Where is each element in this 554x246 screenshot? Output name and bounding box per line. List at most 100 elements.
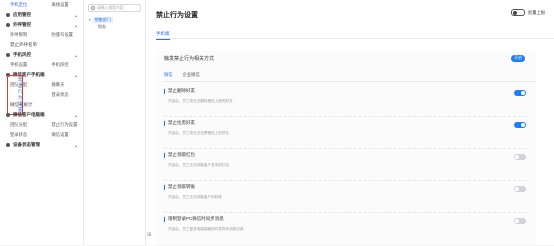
nav-item-row: 手机定位 离线设置 [0,0,83,10]
rule-divider [164,148,526,149]
rule-marker [164,184,165,190]
nav-group-label: 微信客户电脑端 [13,112,45,117]
rule-title: 禁止领取红包 [168,152,195,157]
search-icon [91,6,95,10]
nav-group-label: 外呼管控 [13,22,31,27]
subtabs: 微信 企业微信 [156,72,536,78]
nav-group[interactable]: 外呼管控 ▴ [0,20,83,30]
rule-switch[interactable] [514,186,526,192]
nav-item[interactable]: 禁止行为设置 [42,122,84,128]
nav-group[interactable]: 手机风控 ▴ [0,50,83,60]
nav-item[interactable]: 微信设置 [42,132,84,138]
nav-item[interactable]: 手机定位 [0,2,42,8]
card-header: 触发禁止行为相关方式 [156,50,536,66]
chevron-up-icon[interactable]: ▴ [75,13,77,18]
caret-down-icon[interactable]: ▾ [89,18,91,22]
tab-divider [156,38,554,39]
batch-toggle-label: 批量上报 [528,9,546,15]
rule-title-row: 禁止领取红包 [164,152,526,158]
chevron-up-icon[interactable]: ▴ [75,53,77,58]
rule-marker [164,88,165,94]
nav-item[interactable]: 团队分配 [0,122,42,128]
tree-node-child[interactable]: 财务 [84,23,145,30]
nav-item[interactable]: 手机风控 [42,62,84,68]
card-title: 触发禁止行为相关方式 [164,55,215,62]
enable-pill[interactable]: 开启 [511,55,525,62]
chevron-up-icon[interactable]: ▴ [75,113,77,118]
subtab-wechat[interactable]: 微信 [164,72,173,78]
rule-switch[interactable] [514,122,526,128]
rule-marker [164,120,165,126]
page-title: 禁止行为设置 [156,12,198,19]
group-icon [6,113,10,117]
rule-row: 限制登录PC微信时同步消息开启后，员工登录电脑端微信时将同步消息记录 [164,216,526,246]
rule-description: 开启后，员工无法领取客户的转账 [168,195,222,199]
nav-item[interactable]: 防骚号设置 [42,32,84,38]
rule-switch[interactable] [514,90,526,96]
rule-divider [164,212,526,213]
nav-group-label: 手机风控 [13,52,31,57]
nav-group-label: 设备状态管理 [13,142,40,147]
rule-row: 禁止拉黑好友开启后，员工将无法拉黑微信上的好友 [164,120,526,150]
rule-marker [164,216,165,222]
rule-description: 开启后，员工无法领取客户发来的红包 [168,163,230,167]
chevron-up-icon[interactable]: ▴ [75,23,77,28]
nav-item-row: 团队分配 禁止行为设置 [0,120,83,130]
nav-item[interactable]: 登录状态 [0,132,42,138]
app: 手机定位 离线设置 应用管控 ▴ 外呼管控 ▴ 外呼限制 防骚号设置 禁止外呼名单 手机风控 ▴ 手机… [0,0,554,245]
rule-description: 开启后，员工将无法拉黑微信上的好友 [168,131,230,135]
rule-title-row: 禁止领取转账 [164,184,526,190]
rule-title: 禁止领取转账 [168,184,195,189]
nav-item[interactable]: 手机设置 [0,62,42,68]
nav-group[interactable]: 应用管控 ▴ [0,10,83,20]
nav-item-selected[interactable]: 禁止行为设置 [7,75,23,115]
rule-title-row: 禁止拉黑好友 [164,120,526,126]
chevron-up-icon[interactable]: ▴ [75,143,77,148]
nav-group-label: 应用管控 [13,12,31,17]
rule-title-row: 禁止删除好友 [164,88,526,94]
left-nav: 手机定位 离线设置 应用管控 ▴ 外呼管控 ▴ 外呼限制 防骚号设置 禁止外呼名单 手机风控 ▴ 手机… [0,0,84,245]
rule-switch[interactable] [514,218,526,224]
org-tree-panel: 请输入搜索内容 ▾ 销售部门 财务 [84,0,146,245]
nav-item[interactable]: 离线设置 [42,2,84,8]
rule-divider [164,180,526,181]
collapse-icon[interactable]: ⊞ [147,232,151,238]
nav-item-row: 登录状态 微信设置 [0,130,83,140]
batch-switch[interactable] [511,9,525,16]
tree-node-root[interactable]: ▾ 销售部门 [84,16,145,23]
rule-switch[interactable] [514,154,526,160]
group-icon [6,23,10,27]
rule-row: 禁止删除好友开启后，员工将无法删除微信上面的好友 [164,88,526,118]
nav-item-row: 外呼限制 防骚号设置 [0,30,83,40]
nav-item-row: 禁止行为设置 登录状态 [0,75,84,115]
rule-title: 限制登录PC微信时同步消息 [168,216,224,221]
nav-item[interactable]: 外呼限制 [0,32,42,38]
nav-item-row: 手机设置 手机风控 [0,60,83,70]
search-placeholder: 请输入搜索内容 [97,5,124,10]
tree-search-input[interactable]: 请输入搜索内容 [88,4,141,12]
nav-group[interactable]: 设备状态管理 ▴ [0,140,83,150]
group-icon [6,143,10,147]
rule-divider [164,116,526,117]
nav-item[interactable]: 禁止行为设置 [0,75,42,115]
group-icon [6,53,10,57]
rule-title: 禁止拉黑好友 [168,120,195,125]
rule-title: 禁止删除好友 [168,88,195,93]
chevron-up-icon[interactable]: ▴ [75,73,77,78]
nav-group[interactable]: 微信客户电脑端 ▴ [0,110,83,120]
rule-row: 禁止领取红包开启后，员工无法领取客户发来的红包 [164,152,526,182]
nav-item[interactable]: 禁止外呼名单 [0,40,83,50]
rule-description: 开启后，员工登录电脑端微信时将同步消息记录 [168,227,244,231]
nav-item[interactable]: 微聊天 [42,82,84,88]
rule-title-row: 限制登录PC微信时同步消息 [164,216,526,222]
tree-node-label[interactable]: 财务 [98,24,106,30]
subtab-divider [164,81,536,82]
batch-toggle[interactable]: 批量上报 [511,9,545,16]
rule-marker [164,152,165,158]
rule-description: 开启后，员工将无法删除微信上面的好友 [168,99,233,103]
subtab-work-wechat[interactable]: 企业微信 [183,72,200,78]
tree-node-label[interactable]: 销售部门 [92,16,113,23]
nav-item[interactable]: 登录状态 [42,92,84,98]
rule-row: 禁止领取转账开启后，员工无法领取客户的转账 [164,184,526,214]
main-panel: 禁止行为设置 批量上报 手机端 触发禁止行为相关方式 开启 微信 企业微信 禁止… [146,0,554,245]
